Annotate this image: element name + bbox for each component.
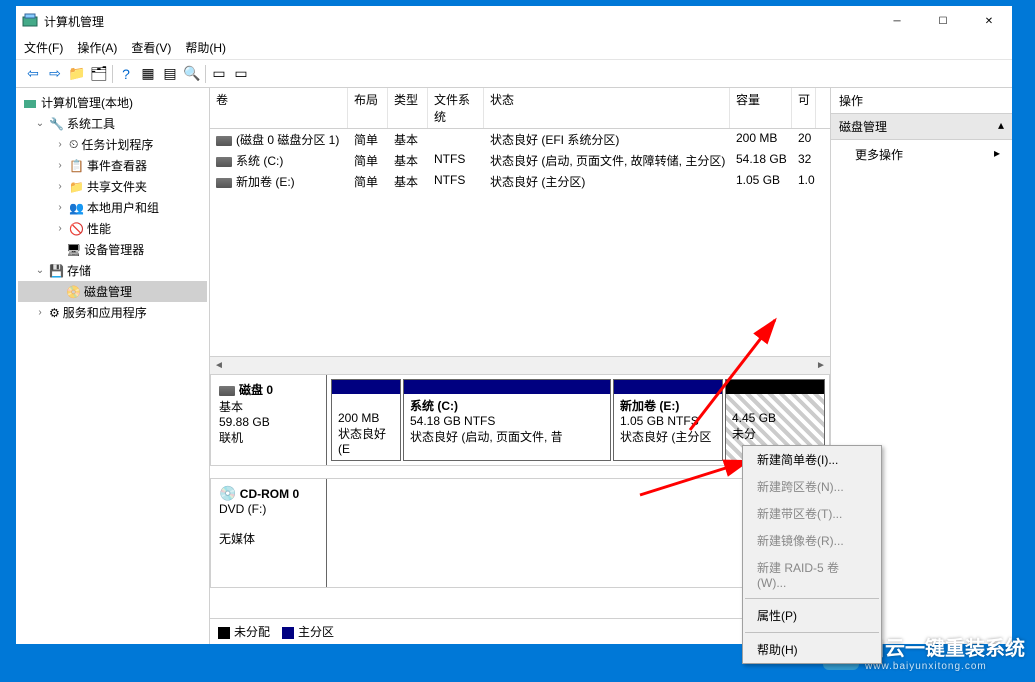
volume-row[interactable]: 系统 (C:) 简单基本NTFS状态良好 (启动, 页面文件, 故障转储, 主分… [210,150,830,171]
actions-section[interactable]: 磁盘管理▴ [831,114,1012,140]
tree-shared-folders[interactable]: ›📁共享文件夹 [18,176,207,197]
tree-event-viewer[interactable]: ›📋事件查看器 [18,155,207,176]
titlebar[interactable]: 计算机管理 ─ ☐ ✕ [16,6,1012,36]
menu-file[interactable]: 文件(F) [24,39,63,56]
disk-icon [216,157,232,167]
menu-new-mirror-volume: 新建镜像卷(R)... [743,527,881,554]
col-volume[interactable]: 卷 [210,88,348,128]
col-status[interactable]: 状态 [484,88,730,128]
back-icon[interactable]: ⇦ [24,65,42,83]
tree-services[interactable]: ›⚙服务和应用程序 [18,302,207,323]
disk-icon [216,178,232,188]
col-type[interactable]: 类型 [388,88,428,128]
main-pane: 卷 布局 类型 文件系统 状态 容量 可 (磁盘 0 磁盘分区 1) 简单基本状… [210,88,831,644]
disk-map: 磁盘 0 基本 59.88 GB 联机 200 MB 状态良好 (E [210,374,830,618]
disk-row-cdrom: 💿 CD-ROM 0 DVD (F:) 无媒体 [210,478,830,588]
menu-action[interactable]: 操作(A) [77,39,117,56]
refresh-icon[interactable]: 🔍 [183,65,201,83]
menu-view[interactable]: 查看(V) [131,39,171,56]
cdrom-label[interactable]: 💿 CD-ROM 0 DVD (F:) 无媒体 [211,479,327,587]
toolbar: ⇦ ⇨ 📁 🗂 ? ▦ ▤ 🔍 ▭ ▭ [16,60,1012,88]
volume-header-row: 卷 布局 类型 文件系统 状态 容量 可 [210,88,830,129]
disk-icon [219,386,235,396]
scroll-right-icon[interactable]: ► [812,357,830,375]
col-capacity[interactable]: 容量 [730,88,792,128]
app-icon [22,13,38,29]
volume-row[interactable]: 新加卷 (E:) 简单基本NTFS状态良好 (主分区)1.05 GB1.0 [210,171,830,192]
menu-help[interactable]: 帮助(H) [185,39,226,56]
legend-primary-swatch [282,627,294,639]
help-icon[interactable]: ? [117,65,135,83]
tree-pane: 计算机管理(本地) ⌄🔧系统工具 ›⏲任务计划程序 ›📋事件查看器 ›📁共享文件… [16,88,210,644]
legend: 未分配 主分区 [210,618,830,644]
horizontal-scrollbar[interactable]: ◄ ► [210,356,830,374]
actions-more[interactable]: 更多操作▸ [831,140,1012,169]
menu-new-simple-volume[interactable]: 新建简单卷(I)... [743,446,881,473]
maximize-button[interactable]: ☐ [920,6,966,36]
menu-new-striped-volume: 新建带区卷(T)... [743,500,881,527]
forward-icon[interactable]: ⇨ [46,65,64,83]
volumes-table: 卷 布局 类型 文件系统 状态 容量 可 (磁盘 0 磁盘分区 1) 简单基本状… [210,88,830,356]
volume-row[interactable]: (磁盘 0 磁盘分区 1) 简单基本状态良好 (EFI 系统分区)200 MB2… [210,129,830,150]
tree-storage[interactable]: ⌄💾存储 [18,260,207,281]
col-fs[interactable]: 文件系统 [428,88,484,128]
legend-unalloc-swatch [218,627,230,639]
filter-icon[interactable]: 🗂 [90,65,108,83]
tree-local-users[interactable]: ›👥本地用户和组 [18,197,207,218]
collapse-icon: ▴ [998,118,1004,135]
tree-performance[interactable]: ›🚫性能 [18,218,207,239]
menu-help[interactable]: 帮助(H) [743,636,881,663]
menu-new-raid5-volume: 新建 RAID-5 卷(W)... [743,554,881,595]
partition-c[interactable]: 系统 (C:) 54.18 GB NTFS 状态良好 (启动, 页面文件, 昔 [403,379,611,461]
col-free[interactable]: 可 [792,88,816,128]
scroll-left-icon[interactable]: ◄ [210,357,228,375]
list-icon[interactable]: ▭ [210,65,228,83]
disk-icon [216,136,232,146]
window-title: 计算机管理 [44,13,874,30]
submenu-icon: ▸ [994,146,1000,163]
tree-device-manager[interactable]: 🖥设备管理器 [18,239,207,260]
partition-e[interactable]: 新加卷 (E:) 1.05 GB NTFS 状态良好 (主分区 [613,379,723,461]
close-button[interactable]: ✕ [966,6,1012,36]
view2-icon[interactable]: ▤ [161,65,179,83]
disk0-label[interactable]: 磁盘 0 基本 59.88 GB 联机 [211,375,327,465]
tree-root[interactable]: 计算机管理(本地) [18,92,207,113]
context-menu: 新建简单卷(I)... 新建跨区卷(N)... 新建带区卷(T)... 新建镜像… [742,445,882,664]
menubar: 文件(F) 操作(A) 查看(V) 帮助(H) [16,36,1012,60]
menu-properties[interactable]: 属性(P) [743,602,881,629]
actions-header: 操作 [831,88,1012,114]
folder-icon[interactable]: 📁 [68,65,86,83]
partition-efi[interactable]: 200 MB 状态良好 (E [331,379,401,461]
detail-icon[interactable]: ▭ [232,65,250,83]
minimize-button[interactable]: ─ [874,6,920,36]
menu-new-spanned-volume: 新建跨区卷(N)... [743,473,881,500]
view1-icon[interactable]: ▦ [139,65,157,83]
col-layout[interactable]: 布局 [348,88,388,128]
tree-system-tools[interactable]: ⌄🔧系统工具 [18,113,207,134]
tree-task-scheduler[interactable]: ›⏲任务计划程序 [18,134,207,155]
tree-disk-management[interactable]: 📀磁盘管理 [18,281,207,302]
disk-row-0: 磁盘 0 基本 59.88 GB 联机 200 MB 状态良好 (E [210,374,830,466]
